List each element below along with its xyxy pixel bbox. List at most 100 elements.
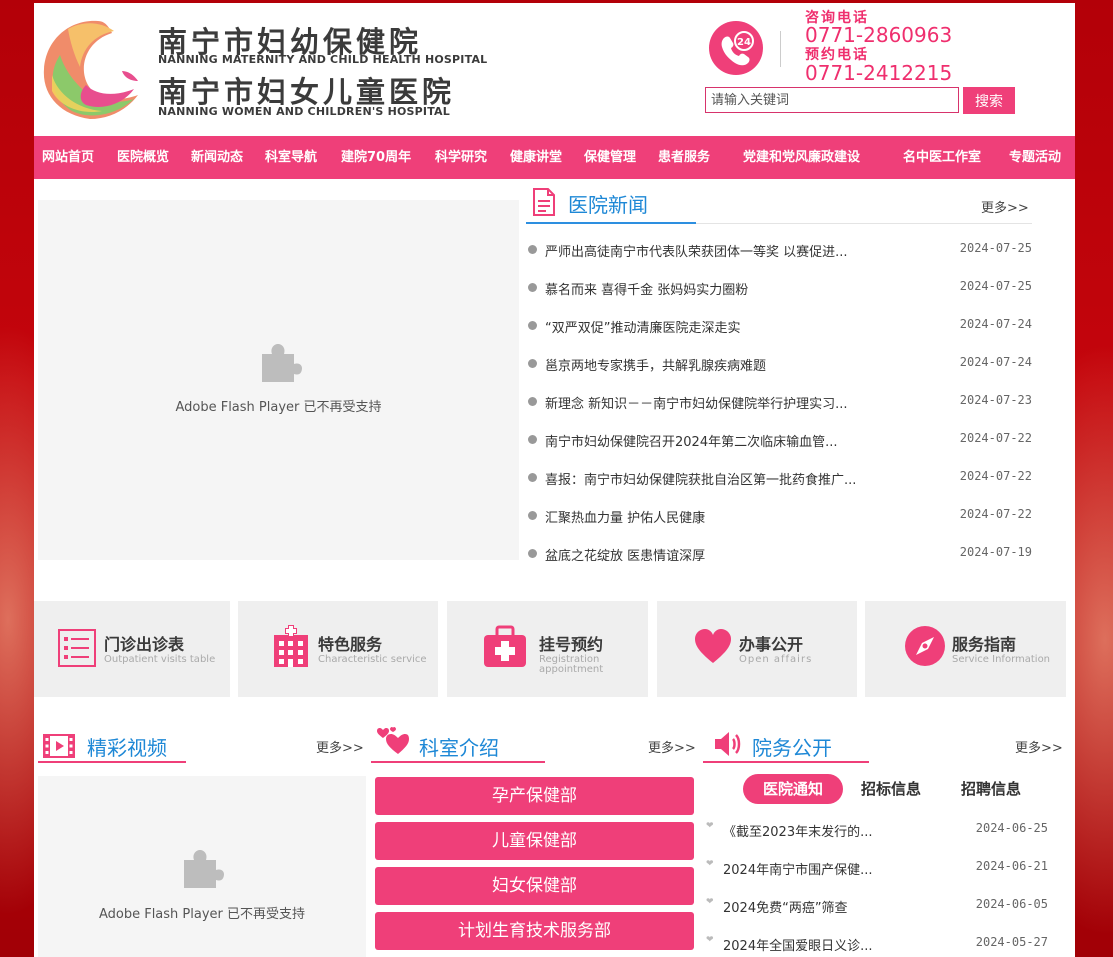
notice-item-title[interactable]: 2024年全国爱眼日义诊... <box>723 935 872 954</box>
affairs-section-title: 院务公开 <box>752 736 832 760</box>
nav-overview[interactable]: 医院概览 <box>117 136 169 179</box>
notice-item-title[interactable]: 《截至2023年末发行的... <box>723 821 872 840</box>
news-item[interactable]: 汇聚热血力量 护佑人民健康 2024-07-22 <box>528 506 1032 526</box>
quick-link-title: 服务指南 <box>952 635 1017 654</box>
news-item[interactable]: 严师出高徒南宁市代表队荣获团体一等奖 以赛促进... 2024-07-25 <box>528 240 1032 260</box>
nav-special-topics[interactable]: 专题活动 <box>1009 136 1061 179</box>
notice-item-title[interactable]: 2024免费“两癌”筛查 <box>723 897 848 916</box>
quick-link-special-service[interactable]: 特色服务 Characteristic service <box>238 601 438 697</box>
bullet-dot <box>528 511 537 520</box>
hospital-building-icon <box>274 625 308 667</box>
heart-bullet-icon: ❤ <box>706 821 714 831</box>
dept-button-women-health[interactable]: 妇女保健部 <box>375 867 694 905</box>
search-input[interactable] <box>705 87 959 113</box>
bullet-dot <box>528 473 537 482</box>
nav-tcm-studio[interactable]: 名中医工作室 <box>903 136 981 179</box>
notice-item[interactable]: ❤ 2024免费“两癌”筛查 2024-06-05 <box>706 896 1048 916</box>
news-item[interactable]: 慕名而来 喜得千金 张妈妈实力圈粉 2024-07-25 <box>528 278 1032 298</box>
news-item[interactable]: 盆底之花绽放 医患情谊深厚 2024-07-19 <box>528 544 1032 564</box>
affairs-more-link[interactable]: 更多>> <box>1015 737 1063 756</box>
tab-recruitment-info[interactable]: 招聘信息 <box>961 774 1021 804</box>
departments-underline <box>371 761 545 763</box>
quick-link-title: 挂号预约 <box>539 635 604 654</box>
tab-tender-info[interactable]: 招标信息 <box>861 774 921 804</box>
dept-button-maternity[interactable]: 孕产保健部 <box>375 777 694 815</box>
nav-research[interactable]: 科学研究 <box>435 136 487 179</box>
phone-24h-icon: 24 <box>709 21 763 75</box>
quick-link-open-affairs[interactable]: 办事公开 Open affairs <box>657 601 857 697</box>
nav-news[interactable]: 新闻动态 <box>191 136 243 179</box>
hospital-name-en-2: NANNING WOMEN AND CHILDREN'S HOSPITAL <box>158 105 450 118</box>
quick-link-title: 办事公开 <box>739 635 804 654</box>
news-item-title[interactable]: 汇聚热血力量 护佑人民健康 <box>545 507 705 526</box>
news-item-title[interactable]: 邕京两地专家携手，共解乳腺疾病难题 <box>545 355 766 374</box>
news-underline-accent <box>526 222 696 224</box>
flash-unsupported-text: Adobe Flash Player 已不再受支持 <box>98 907 306 922</box>
news-item[interactable]: 南宁市妇幼保健院召开2024年第二次临床输血管... 2024-07-22 <box>528 430 1032 450</box>
compass-icon <box>905 626 945 666</box>
notice-item-date: 2024-06-25 <box>975 821 1048 835</box>
nav-departments[interactable]: 科室导航 <box>265 136 317 179</box>
affairs-underline <box>703 761 869 763</box>
quick-link-title: 特色服务 <box>318 635 383 654</box>
quick-link-subtitle: Registration appointment <box>539 654 604 675</box>
bullet-dot <box>528 549 537 558</box>
bullet-dot <box>528 245 537 254</box>
departments-section-title: 科室介绍 <box>419 736 499 760</box>
notice-item[interactable]: ❤ 2024年南宁市围产保健... 2024-06-21 <box>706 858 1048 878</box>
news-item-title[interactable]: 新理念 新知识－－南宁市妇幼保健院举行护理实习... <box>545 393 848 412</box>
notice-item[interactable]: ❤ 2024年全国爱眼日义诊... 2024-05-27 <box>706 934 1048 954</box>
news-item-title[interactable]: “双严双促”推动清廉医院走深走实 <box>545 317 740 336</box>
news-more-link[interactable]: 更多>> <box>981 197 1029 216</box>
quick-link-registration[interactable]: 挂号预约 Registration appointment <box>447 601 648 697</box>
heart-bullet-icon: ❤ <box>706 935 714 945</box>
news-item-date: 2024-07-22 <box>959 507 1032 521</box>
notice-item[interactable]: ❤ 《截至2023年末发行的... 2024-06-25 <box>706 820 1048 840</box>
notice-item-title[interactable]: 2024年南宁市围产保健... <box>723 859 872 878</box>
news-item-date: 2024-07-22 <box>959 431 1032 445</box>
news-section-title: 医院新闻 <box>568 193 648 217</box>
dept-button-family-planning[interactable]: 计划生育技术服务部 <box>375 912 694 950</box>
news-item-date: 2024-07-24 <box>959 355 1032 369</box>
news-item-title[interactable]: 南宁市妇幼保健院召开2024年第二次临床输血管... <box>545 431 837 450</box>
news-item-title[interactable]: 盆底之花绽放 医患情谊深厚 <box>545 545 705 564</box>
tab-hospital-notices[interactable]: 医院通知 <box>743 774 843 804</box>
hospital-name-en-1: NANNING MATERNITY AND CHILD HEALTH HOSPI… <box>158 53 488 66</box>
page-container: 南宁市妇幼保健院 NANNING MATERNITY AND CHILD HEA… <box>34 3 1075 957</box>
hospital-logo[interactable] <box>38 15 142 121</box>
videos-more-link[interactable]: 更多>> <box>316 737 364 756</box>
quick-link-subtitle: Outpatient visits table <box>104 654 216 665</box>
news-item-title[interactable]: 严师出高徒南宁市代表队荣获团体一等奖 以赛促进... <box>545 241 848 260</box>
heart-bullet-icon: ❤ <box>706 897 714 907</box>
news-item[interactable]: “双严双促”推动清廉医院走深走实 2024-07-24 <box>528 316 1032 336</box>
bullet-dot <box>528 397 537 406</box>
nav-party-building[interactable]: 党建和党风廉政建设 <box>743 136 860 179</box>
news-item-date: 2024-07-25 <box>959 279 1032 293</box>
nav-home[interactable]: 网站首页 <box>42 136 94 179</box>
nav-patient-services[interactable]: 患者服务 <box>658 136 710 179</box>
news-document-icon <box>533 188 555 216</box>
news-item-date: 2024-07-23 <box>959 393 1032 407</box>
heart-bullet-icon: ❤ <box>706 859 714 869</box>
bullet-dot <box>528 283 537 292</box>
quick-link-service-guide[interactable]: 服务指南 Service Information <box>865 601 1066 697</box>
news-item[interactable]: 新理念 新知识－－南宁市妇幼保健院举行护理实习... 2024-07-23 <box>528 392 1032 412</box>
news-item[interactable]: 邕京两地专家携手，共解乳腺疾病难题 2024-07-24 <box>528 354 1032 374</box>
phone-badge-text: 24 <box>737 37 751 48</box>
heart-icon <box>695 629 731 663</box>
bullet-dot <box>528 321 537 330</box>
dept-button-child-health[interactable]: 儿童保健部 <box>375 822 694 860</box>
plugin-puzzle-icon <box>184 850 224 888</box>
news-item-date: 2024-07-25 <box>959 241 1032 255</box>
departments-more-link[interactable]: 更多>> <box>648 737 696 756</box>
news-item[interactable]: 喜报：南宁市妇幼保健院获批自治区第一批药食推广... 2024-07-22 <box>528 468 1032 488</box>
news-item-title[interactable]: 喜报：南宁市妇幼保健院获批自治区第一批药食推广... <box>545 469 856 488</box>
nav-70th-anniversary[interactable]: 建院70周年 <box>341 136 411 179</box>
nav-health-management[interactable]: 保健管理 <box>584 136 636 179</box>
quick-link-outpatient[interactable]: 门诊出诊表 Outpatient visits table <box>34 601 230 697</box>
nav-health-lectures[interactable]: 健康讲堂 <box>510 136 562 179</box>
notice-item-date: 2024-05-27 <box>975 935 1048 949</box>
video-flash-placeholder: Adobe Flash Player 已不再受支持 <box>38 776 366 957</box>
news-item-title[interactable]: 慕名而来 喜得千金 张妈妈实力圈粉 <box>545 279 748 298</box>
search-button[interactable]: 搜索 <box>963 87 1015 114</box>
